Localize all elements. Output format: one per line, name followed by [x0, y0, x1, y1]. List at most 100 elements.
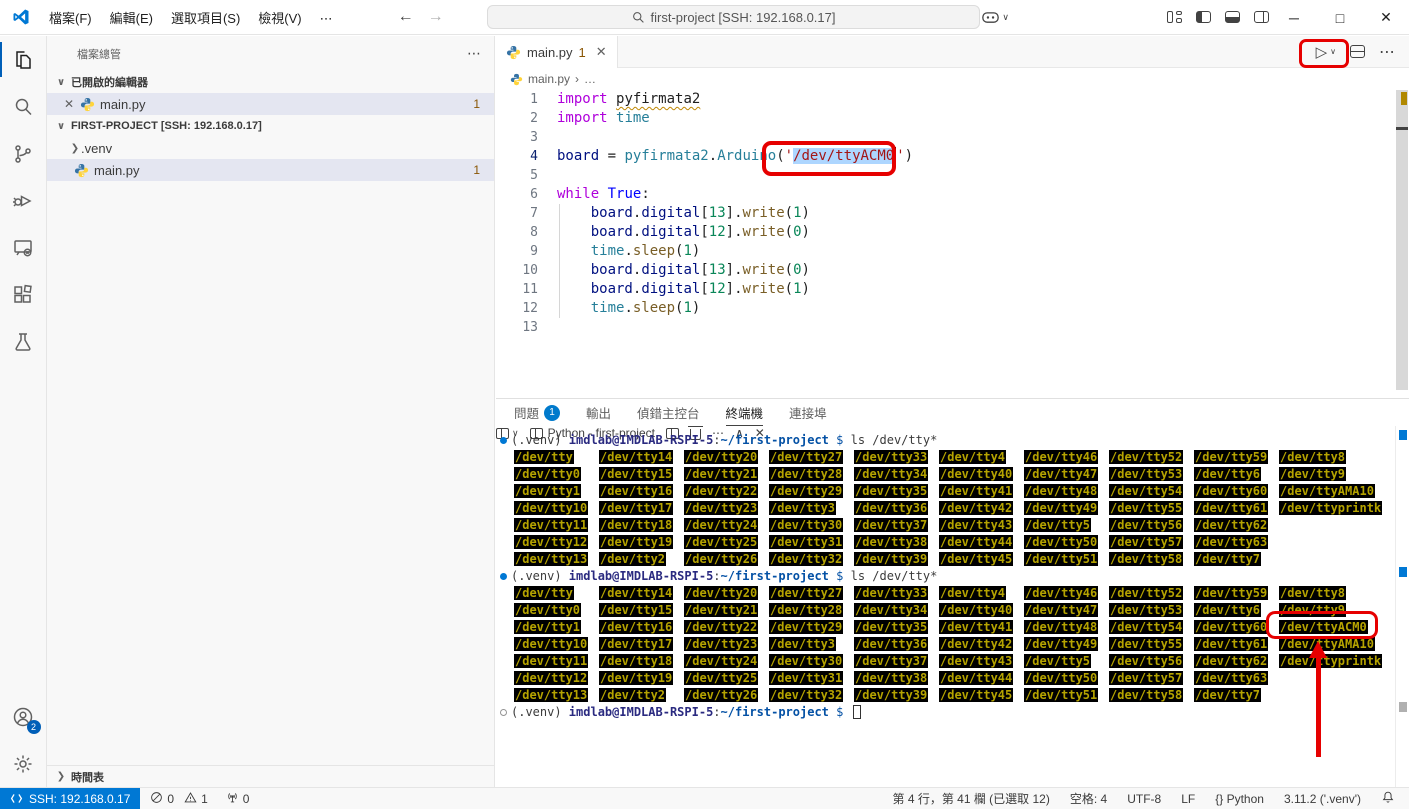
notifications-bell-icon[interactable] — [1381, 790, 1395, 807]
python-file-icon — [510, 73, 523, 86]
code-line[interactable]: 3 — [496, 128, 1409, 147]
code-line[interactable]: 10 board.digital[13].write(0) — [496, 261, 1409, 280]
menu-item[interactable]: 檔案(F) — [40, 7, 101, 30]
tty-entry: /dev/tty14 — [599, 586, 673, 600]
ports-status[interactable]: 0 — [226, 791, 250, 807]
activity-explorer-icon[interactable] — [0, 36, 47, 83]
toggle-secondary-sidebar-icon[interactable] — [1254, 11, 1269, 23]
tty-entry: /dev/tty60 — [1194, 620, 1268, 634]
command-decoration-icon[interactable] — [500, 709, 507, 716]
nav-forward-icon[interactable]: → — [428, 8, 444, 26]
code-line[interactable]: 8 board.digital[12].write(0) — [496, 223, 1409, 242]
activity-search-icon[interactable] — [0, 83, 47, 130]
split-editor-icon[interactable] — [1350, 45, 1365, 58]
copilot-icon[interactable]: ∨ — [982, 11, 1009, 24]
menu-item[interactable]: 檢視(V) — [249, 7, 310, 30]
breadcrumb[interactable]: main.py › … — [496, 68, 1409, 90]
tty-entry: /dev/tty54 — [1109, 484, 1183, 498]
tab-close-icon[interactable]: ✕ — [596, 44, 607, 60]
editor-scrollbar[interactable] — [1395, 90, 1409, 390]
search-icon — [632, 11, 645, 24]
activity-run-debug-icon[interactable] — [0, 177, 47, 224]
activity-extensions-icon[interactable] — [0, 271, 47, 318]
window-maximize-button[interactable]: □ — [1317, 0, 1363, 35]
run-python-file-button[interactable]: ▷∨ — [1316, 43, 1336, 61]
indentation-status[interactable]: 空格: 4 — [1070, 790, 1107, 807]
settings-gear-icon[interactable] — [0, 740, 47, 787]
command-decoration-icon[interactable] — [500, 437, 507, 444]
editor-area: main.py 1 ✕ ▷∨ ⋯ main.py › … 1import pyf… — [496, 36, 1409, 787]
tree-item-mainpy[interactable]: main.py 1 — [47, 159, 494, 181]
eol-status[interactable]: LF — [1181, 792, 1195, 806]
terminal[interactable]: (.venv) imdlab@IMDLAB-RSPI-5:~/first-pro… — [496, 426, 1395, 787]
tty-entry: /dev/tty50 — [1024, 535, 1098, 549]
activity-testing-icon[interactable] — [0, 318, 47, 365]
menu-item[interactable]: ⋯ — [311, 7, 342, 30]
terminal-scrollbar[interactable] — [1395, 426, 1409, 787]
explorer-more-icon[interactable]: ⋯ — [467, 45, 482, 62]
annotation-arrow-line — [1316, 656, 1321, 757]
tty-entry: /dev/tty22 — [684, 484, 758, 498]
code-line[interactable]: 7 board.digital[13].write(1) — [496, 204, 1409, 223]
editor-more-actions-icon[interactable]: ⋯ — [1379, 42, 1395, 62]
toggle-sidebar-icon[interactable] — [1196, 11, 1211, 23]
window-close-button[interactable]: ✕ — [1363, 0, 1409, 35]
code-line[interactable]: 5 — [496, 166, 1409, 185]
activity-source-control-icon[interactable] — [0, 130, 47, 177]
problems-badge: 1 — [473, 97, 480, 111]
code-line[interactable]: 9 time.sleep(1) — [496, 242, 1409, 261]
tty-entry: /dev/tty49 — [1024, 637, 1098, 651]
close-icon[interactable]: ✕ — [61, 97, 77, 111]
problems-status[interactable]: 0 1 — [150, 791, 207, 807]
cursor-position-status[interactable]: 第 4 行，第 41 欄 (已選取 12) — [892, 790, 1049, 807]
tty-entry: /dev/tty28 — [769, 467, 843, 481]
tab-mainpy[interactable]: main.py 1 ✕ — [496, 36, 618, 68]
open-editors-section[interactable]: ∨ 已開啟的編輯器 — [47, 71, 494, 93]
account-icon[interactable]: 2 — [0, 693, 47, 740]
open-editor-item-mainpy[interactable]: ✕ main.py 1 — [47, 93, 494, 115]
tty-entry: /dev/tty26 — [684, 552, 758, 566]
panel-tab-偵錯主控台[interactable]: 偵錯主控台 — [637, 399, 700, 426]
tty-entry: /dev/tty53 — [1109, 467, 1183, 481]
tty-entry: /dev/tty39 — [854, 688, 928, 702]
code-line[interactable]: 2import time — [496, 109, 1409, 128]
tty-entry: /dev/tty63 — [1194, 671, 1268, 685]
code-editor[interactable]: 1import pyfirmata22import time34board = … — [496, 90, 1409, 398]
nav-back-icon[interactable]: ← — [398, 8, 414, 26]
customize-layout-icon[interactable] — [1167, 11, 1182, 23]
code-line[interactable]: 4board = pyfirmata2.Arduino('/dev/ttyACM… — [496, 147, 1409, 166]
panel-tab-連接埠[interactable]: 連接埠 — [789, 399, 827, 426]
terminal-output-row: /dev/tty12/dev/tty19/dev/tty25/dev/tty31… — [496, 670, 1395, 687]
project-section[interactable]: ∨ FIRST-PROJECT [SSH: 192.168.0.17] — [47, 115, 494, 137]
tty-entry: /dev/tty38 — [854, 535, 928, 549]
panel-tab-問題[interactable]: 問題1 — [514, 399, 560, 426]
code-line[interactable]: 6while True: — [496, 185, 1409, 204]
timeline-section[interactable]: ❯ 時間表 — [47, 765, 494, 787]
python-file-icon — [74, 163, 89, 178]
menu-item[interactable]: 編輯(E) — [101, 7, 162, 30]
tty-entry: /dev/tty41 — [939, 484, 1013, 498]
menu-item[interactable]: 選取項目(S) — [162, 7, 249, 30]
terminal-output-row: /dev/tty/dev/tty14/dev/tty20/dev/tty27/d… — [496, 449, 1395, 466]
activity-remote-explorer-icon[interactable] — [0, 224, 47, 271]
toggle-panel-icon[interactable] — [1225, 11, 1240, 23]
panel-tab-終端機[interactable]: 終端機 — [726, 399, 764, 426]
command-decoration-icon[interactable] — [500, 573, 507, 580]
panel-tab-輸出[interactable]: 輸出 — [586, 399, 611, 426]
warning-icon — [184, 791, 197, 807]
line-number: 6 — [496, 185, 538, 204]
interpreter-status[interactable]: 3.11.2 ('.venv') — [1284, 792, 1361, 806]
code-line[interactable]: 13 — [496, 318, 1409, 337]
window-minimize-button[interactable]: ─ — [1271, 0, 1317, 35]
code-line[interactable]: 1import pyfirmata2 — [496, 90, 1409, 109]
tree-item-venv[interactable]: ❯ .venv — [47, 137, 494, 159]
tab-problems-badge: 1 — [579, 45, 586, 60]
command-center-search[interactable]: first-project [SSH: 192.168.0.17] — [487, 5, 980, 29]
encoding-status[interactable]: UTF-8 — [1127, 792, 1161, 806]
tty-entry: /dev/tty31 — [769, 535, 843, 549]
language-status[interactable]: {} Python — [1215, 792, 1264, 806]
code-line[interactable]: 11 board.digital[12].write(1) — [496, 280, 1409, 299]
remote-indicator[interactable]: SSH: 192.168.0.17 — [0, 788, 140, 809]
code-line[interactable]: 12 time.sleep(1) — [496, 299, 1409, 318]
tty-entry: /dev/tty20 — [684, 586, 758, 600]
